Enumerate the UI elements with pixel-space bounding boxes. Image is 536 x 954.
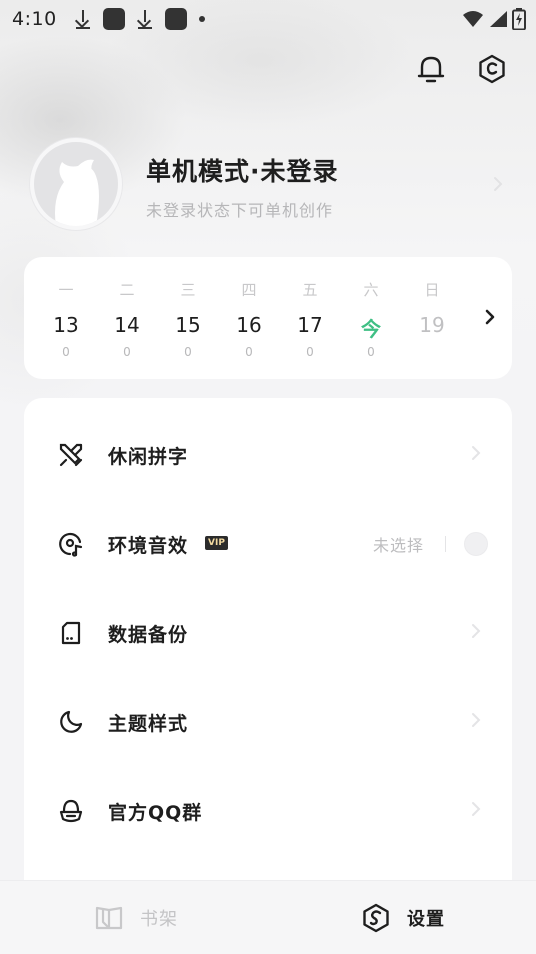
sound-toggle[interactable] bbox=[464, 532, 488, 556]
vip-badge: VIP bbox=[205, 536, 228, 550]
download-icon bbox=[137, 9, 153, 29]
tab-settings[interactable]: 设置 bbox=[361, 901, 445, 935]
download-icon bbox=[75, 9, 91, 29]
profile-arrow[interactable] bbox=[492, 175, 504, 197]
word-count: 0 bbox=[62, 345, 70, 359]
menu-item-label: 主题样式 bbox=[108, 712, 189, 735]
menu-item-label: 官方QQ群 bbox=[108, 801, 203, 824]
menu-item-label: 环境音效 bbox=[108, 534, 189, 557]
chevron-right-icon bbox=[470, 622, 482, 644]
signal-icon bbox=[490, 11, 507, 27]
sound-selection-value: 未选择 bbox=[373, 536, 425, 555]
app-settings-button[interactable] bbox=[475, 52, 509, 86]
chevron-right-icon bbox=[470, 800, 482, 822]
weekday-label: 六 bbox=[363, 281, 379, 299]
divider bbox=[445, 536, 446, 552]
menu-item-ambient-sound[interactable]: 环境音效 VIP 未选择 bbox=[24, 514, 512, 574]
settings-menu: 休闲拼字 环境音效 VIP 未选择 数据备份 主题样式 官方QQ群 bbox=[24, 398, 512, 954]
calendar-date-today[interactable]: 今 bbox=[351, 313, 391, 342]
app-icon bbox=[164, 8, 187, 30]
music-disc-icon bbox=[58, 531, 84, 557]
tab-bookshelf[interactable]: 书架 bbox=[94, 901, 178, 935]
hexagon-settings-icon bbox=[479, 54, 505, 84]
wifi-icon bbox=[463, 11, 483, 27]
menu-item-data-backup[interactable]: 数据备份 bbox=[24, 603, 512, 663]
status-time: 4:10 bbox=[12, 8, 57, 30]
menu-item-label: 数据备份 bbox=[108, 623, 189, 646]
calendar-date[interactable]: 15 bbox=[168, 313, 208, 337]
battery-icon bbox=[512, 8, 526, 30]
calendar-date[interactable]: 13 bbox=[46, 313, 86, 337]
moon-icon bbox=[58, 709, 84, 735]
weekday-label: 一 bbox=[58, 281, 74, 299]
calendar-date[interactable]: 19 bbox=[412, 313, 452, 337]
weekday-label: 四 bbox=[241, 281, 257, 299]
chevron-right-icon bbox=[470, 444, 482, 466]
app-icon bbox=[102, 8, 125, 30]
crossed-swords-icon bbox=[58, 442, 84, 468]
status-bar: 4:10 bbox=[0, 0, 536, 38]
chevron-right-icon bbox=[494, 177, 503, 191]
weekday-label: 日 bbox=[424, 281, 440, 299]
chevron-right-icon bbox=[470, 711, 482, 733]
settings-hexagon-icon bbox=[363, 903, 389, 933]
bird-silhouette-icon bbox=[55, 159, 99, 226]
menu-item-casual-typing[interactable]: 休闲拼字 bbox=[24, 425, 512, 485]
qq-penguin-icon bbox=[58, 798, 84, 824]
tab-label: 设置 bbox=[407, 909, 445, 930]
profile-subtitle: 未登录状态下可单机创作 bbox=[146, 201, 334, 220]
calendar-date[interactable]: 17 bbox=[290, 313, 330, 337]
bottom-navigation: 书架 设置 bbox=[0, 880, 536, 954]
profile-title[interactable]: 单机模式·未登录 bbox=[146, 152, 339, 188]
chevron-right-icon bbox=[485, 309, 495, 325]
weekday-label: 二 bbox=[119, 281, 135, 299]
calendar-date[interactable]: 16 bbox=[229, 313, 269, 337]
word-count: 0 bbox=[184, 345, 192, 359]
tab-label: 书架 bbox=[140, 909, 178, 930]
weekday-label: 三 bbox=[180, 281, 196, 299]
word-count: 0 bbox=[306, 345, 314, 359]
sd-card-icon bbox=[58, 620, 84, 646]
bell-icon bbox=[417, 56, 445, 83]
dot-icon bbox=[198, 16, 205, 22]
weekday-label: 五 bbox=[302, 281, 318, 299]
notification-button[interactable] bbox=[414, 52, 448, 86]
menu-item-official-qq-group[interactable]: 官方QQ群 bbox=[24, 781, 512, 841]
calendar-date[interactable]: 14 bbox=[107, 313, 147, 337]
week-calendar: 一 13 0 二 14 0 三 15 0 四 16 0 五 17 0 六 今 0… bbox=[24, 257, 512, 379]
word-count: 0 bbox=[123, 345, 131, 359]
word-count: 0 bbox=[245, 345, 253, 359]
avatar[interactable] bbox=[30, 138, 122, 230]
menu-item-theme-style[interactable]: 主题样式 bbox=[24, 692, 512, 752]
next-week-button[interactable] bbox=[478, 305, 502, 329]
word-count: 0 bbox=[367, 345, 375, 359]
menu-item-label: 休闲拼字 bbox=[108, 445, 189, 468]
book-icon bbox=[95, 906, 123, 930]
